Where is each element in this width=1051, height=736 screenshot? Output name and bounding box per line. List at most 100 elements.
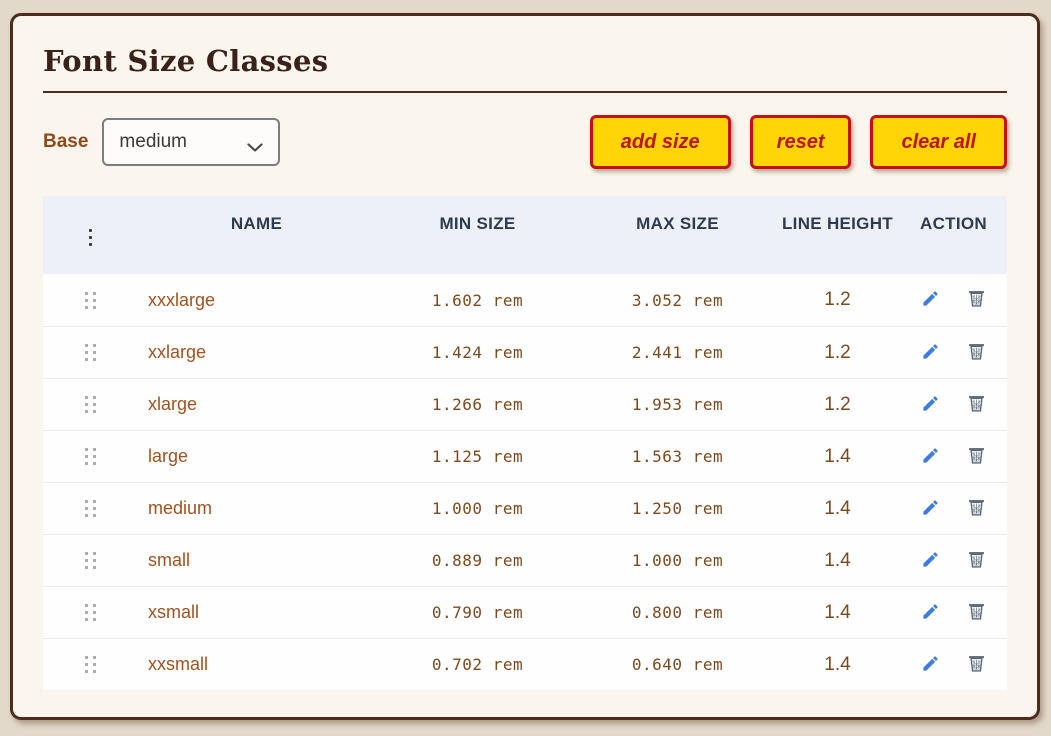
max-size-value: 2.441 rem <box>580 327 775 378</box>
drag-handle-cell <box>43 431 138 482</box>
min-size-value: 1.125 rem <box>375 431 580 482</box>
reset-button[interactable]: reset <box>750 115 852 169</box>
font-size-name: large <box>138 431 375 482</box>
pencil-icon <box>921 289 940 311</box>
trash-icon <box>966 549 987 573</box>
font-size-name: xsmall <box>138 587 375 638</box>
drag-handle-icon[interactable] <box>85 292 96 309</box>
table-row: small 0.889 rem 1.000 rem 1.4 <box>43 534 1007 586</box>
base-label: Base <box>43 131 88 153</box>
trash-icon <box>966 653 987 677</box>
header-max-size: MAX SIZE <box>580 196 775 274</box>
drag-handle-cell <box>43 274 138 326</box>
max-size-value: 3.052 rem <box>580 274 775 326</box>
table-row: xsmall 0.790 rem 0.800 rem 1.4 <box>43 586 1007 638</box>
edit-button[interactable] <box>919 287 942 313</box>
header-min-size: MIN SIZE <box>375 196 580 274</box>
action-cell <box>900 587 1007 638</box>
drag-handle-cell <box>43 639 138 690</box>
max-size-value: 0.800 rem <box>580 587 775 638</box>
header-line-height: LINE HEIGHT <box>775 196 900 274</box>
max-size-value: 0.640 rem <box>580 639 775 690</box>
font-size-table: NAME MIN SIZE MAX SIZE LINE HEIGHT ACTIO… <box>43 196 1007 690</box>
edit-button[interactable] <box>919 652 942 678</box>
drag-handle-icon[interactable] <box>85 500 96 517</box>
drag-handle-icon[interactable] <box>85 448 96 465</box>
edit-button[interactable] <box>919 600 942 626</box>
line-height-value: 1.2 <box>775 379 900 430</box>
delete-button[interactable] <box>964 547 989 575</box>
trash-icon <box>966 601 987 625</box>
drag-handle-icon[interactable] <box>85 344 96 361</box>
table-body: xxxlarge 1.602 rem 3.052 rem 1.2 <box>43 274 1007 690</box>
table-row: large 1.125 rem 1.563 rem 1.4 <box>43 430 1007 482</box>
font-size-name: medium <box>138 483 375 534</box>
max-size-value: 1.953 rem <box>580 379 775 430</box>
table-header-row: NAME MIN SIZE MAX SIZE LINE HEIGHT ACTIO… <box>43 196 1007 274</box>
page-title: Font Size Classes <box>43 44 1007 78</box>
pencil-icon <box>921 498 940 520</box>
edit-button[interactable] <box>919 548 942 574</box>
pencil-icon <box>921 602 940 624</box>
edit-button[interactable] <box>919 340 942 366</box>
table-row: xxlarge 1.424 rem 2.441 rem 1.2 <box>43 326 1007 378</box>
min-size-value: 0.790 rem <box>375 587 580 638</box>
drag-handle-icon[interactable] <box>85 552 96 569</box>
min-size-value: 0.889 rem <box>375 535 580 586</box>
base-select[interactable]: medium <box>102 118 280 166</box>
action-cell <box>900 639 1007 690</box>
line-height-value: 1.4 <box>775 639 900 690</box>
column-menu-header[interactable] <box>43 196 138 274</box>
line-height-value: 1.2 <box>775 327 900 378</box>
drag-handle-icon[interactable] <box>85 396 96 413</box>
action-cell <box>900 379 1007 430</box>
line-height-value: 1.4 <box>775 587 900 638</box>
trash-icon <box>966 341 987 365</box>
drag-handle-cell <box>43 483 138 534</box>
clear-all-button[interactable]: clear all <box>870 115 1007 169</box>
pencil-icon <box>921 446 940 468</box>
add-size-button[interactable]: add size <box>590 115 731 169</box>
font-size-name: xlarge <box>138 379 375 430</box>
drag-handle-icon[interactable] <box>85 656 96 673</box>
title-divider <box>43 91 1007 93</box>
line-height-value: 1.4 <box>775 431 900 482</box>
action-cell <box>900 274 1007 326</box>
action-cell <box>900 535 1007 586</box>
trash-icon <box>966 393 987 417</box>
pencil-icon <box>921 342 940 364</box>
min-size-value: 1.000 rem <box>375 483 580 534</box>
min-size-value: 1.266 rem <box>375 379 580 430</box>
delete-button[interactable] <box>964 495 989 523</box>
font-size-classes-panel: Font Size Classes Base medium add size r… <box>10 13 1040 720</box>
action-cell <box>900 327 1007 378</box>
table-row: xxxlarge 1.602 rem 3.052 rem 1.2 <box>43 274 1007 326</box>
font-size-name: xxsmall <box>138 639 375 690</box>
action-cell <box>900 483 1007 534</box>
chevron-down-icon <box>247 140 263 158</box>
delete-button[interactable] <box>964 599 989 627</box>
base-group: Base medium <box>43 118 280 166</box>
drag-handle-cell <box>43 587 138 638</box>
pencil-icon <box>921 654 940 676</box>
drag-handle-cell <box>43 535 138 586</box>
edit-button[interactable] <box>919 392 942 418</box>
table-row: xlarge 1.266 rem 1.953 rem 1.2 <box>43 378 1007 430</box>
line-height-value: 1.2 <box>775 274 900 326</box>
edit-button[interactable] <box>919 496 942 522</box>
action-buttons: add size reset clear all <box>590 115 1007 169</box>
delete-button[interactable] <box>964 339 989 367</box>
delete-button[interactable] <box>964 391 989 419</box>
delete-button[interactable] <box>964 443 989 471</box>
min-size-value: 0.702 rem <box>375 639 580 690</box>
font-size-name: xxlarge <box>138 327 375 378</box>
delete-button[interactable] <box>964 651 989 679</box>
table-row: xxsmall 0.702 rem 0.640 rem 1.4 <box>43 638 1007 690</box>
font-size-name: xxxlarge <box>138 274 375 326</box>
edit-button[interactable] <box>919 444 942 470</box>
base-select-value: medium <box>119 131 187 153</box>
drag-handle-icon[interactable] <box>85 604 96 621</box>
vertical-ellipsis-icon <box>89 211 92 246</box>
delete-button[interactable] <box>964 286 989 314</box>
trash-icon <box>966 445 987 469</box>
